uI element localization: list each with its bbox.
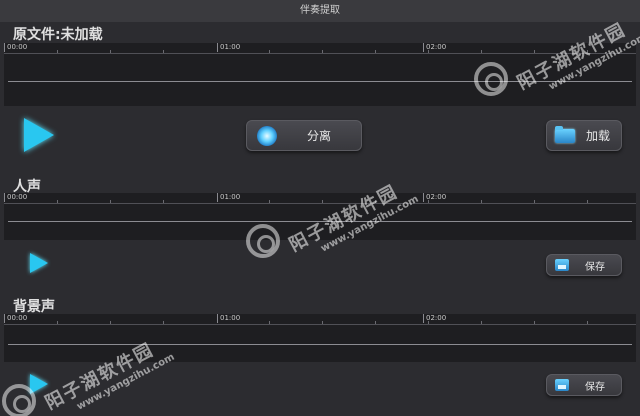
ruler-minor-tick <box>163 321 164 324</box>
original-time-ruler: 00:00 01:00 02:00 <box>4 43 636 54</box>
save-background-label: 保存 <box>585 381 605 393</box>
save-icon <box>555 259 569 271</box>
ruler-minor-tick <box>322 321 323 324</box>
tick-label: 01:00 <box>217 314 240 323</box>
play-original-button[interactable] <box>24 118 54 152</box>
vocals-time-ruler: 00:00 01:00 02:00 <box>4 193 636 204</box>
waveform-baseline <box>8 344 632 345</box>
tick-label: 00:00 <box>4 193 27 202</box>
ruler-minor-tick <box>375 200 376 203</box>
ruler-minor-tick <box>534 200 535 203</box>
ruler-minor-tick <box>269 200 270 203</box>
waveform-baseline <box>8 81 632 82</box>
ruler-minor-tick <box>587 50 588 53</box>
tick-label: 00:00 <box>4 314 27 323</box>
background-time-ruler: 00:00 01:00 02:00 <box>4 314 636 325</box>
ruler-minor-tick <box>534 321 535 324</box>
ruler-minor-tick <box>163 50 164 53</box>
ruler-minor-tick <box>481 50 482 53</box>
ruler-minor-tick <box>481 200 482 203</box>
ruler-minor-tick <box>375 321 376 324</box>
vocals-waveform[interactable]: 00:00 01:00 02:00 <box>4 193 636 240</box>
ruler-minor-tick <box>57 200 58 203</box>
ruler-minor-tick <box>322 200 323 203</box>
tick-label: 01:00 <box>217 43 240 52</box>
save-icon <box>555 379 569 391</box>
load-button[interactable]: 加载 <box>546 120 622 151</box>
ruler-minor-tick <box>110 200 111 203</box>
ruler-minor-tick <box>428 321 429 324</box>
save-vocals-button[interactable]: 保存 <box>546 254 622 276</box>
load-button-label: 加载 <box>585 129 610 143</box>
ruler-minor-tick <box>587 200 588 203</box>
folder-icon <box>555 125 575 143</box>
original-file-label: 原文件:未加载 <box>13 27 103 43</box>
ruler-minor-tick <box>322 50 323 53</box>
original-waveform[interactable]: 00:00 01:00 02:00 <box>4 43 636 106</box>
tick-label: 02:00 <box>423 193 446 202</box>
background-waveform[interactable]: 00:00 01:00 02:00 <box>4 314 636 362</box>
ruler-minor-tick <box>110 321 111 324</box>
ruler-minor-tick <box>110 50 111 53</box>
ruler-minor-tick <box>428 200 429 203</box>
play-background-button[interactable] <box>30 374 48 394</box>
background-label: 背景声 <box>13 299 55 315</box>
save-background-button[interactable]: 保存 <box>546 374 622 396</box>
tick-label: 00:00 <box>4 43 27 52</box>
ruler-minor-tick <box>428 50 429 53</box>
tick-label: 02:00 <box>423 43 446 52</box>
tick-label: 01:00 <box>217 193 240 202</box>
split-icon <box>257 125 277 146</box>
split-button[interactable]: 分离 <box>246 120 362 151</box>
ruler-minor-tick <box>481 321 482 324</box>
waveform-baseline <box>8 221 632 222</box>
ruler-minor-tick <box>534 50 535 53</box>
app-window: 伴奏提取 原文件:未加载 00:00 01:00 02:00 分离 加载 人声 … <box>0 0 640 416</box>
ruler-minor-tick <box>587 321 588 324</box>
ruler-minor-tick <box>57 321 58 324</box>
window-title: 伴奏提取 <box>0 0 640 22</box>
play-vocals-button[interactable] <box>30 253 48 273</box>
ruler-minor-tick <box>163 200 164 203</box>
ruler-minor-tick <box>269 321 270 324</box>
ruler-minor-tick <box>57 50 58 53</box>
ruler-minor-tick <box>375 50 376 53</box>
save-vocals-label: 保存 <box>585 261 605 273</box>
split-button-label: 分离 <box>306 129 331 143</box>
ruler-minor-tick <box>269 50 270 53</box>
tick-label: 02:00 <box>423 314 446 323</box>
